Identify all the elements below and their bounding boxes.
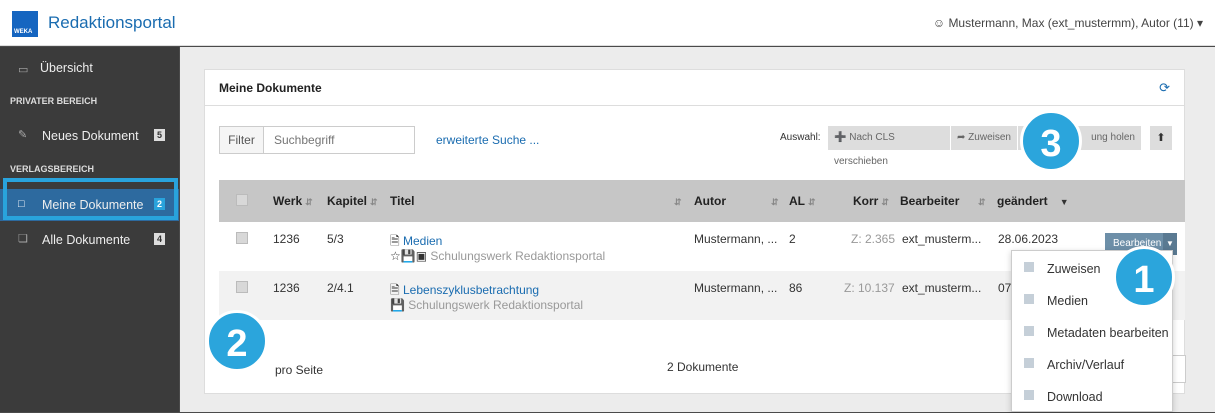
cell-bearbeiter: ext_musterm... bbox=[902, 281, 982, 295]
sidebar-item-overview[interactable]: ▭ Übersicht bbox=[0, 55, 179, 87]
extended-search-link[interactable]: erweiterte Suche ... bbox=[436, 133, 539, 147]
search-input[interactable] bbox=[266, 127, 412, 153]
circle-plus-icon: ➕ bbox=[834, 132, 847, 143]
sort-icon: ⇵ bbox=[674, 197, 682, 207]
card-header: Meine Dokumente ⟳ bbox=[205, 70, 1184, 106]
sort-icon: ⇵ bbox=[370, 197, 378, 207]
count-badge: 4 bbox=[154, 233, 165, 245]
callout-1: 1 bbox=[1113, 246, 1175, 308]
callout-3: 3 bbox=[1020, 110, 1082, 172]
section-publisher: VERLAGSBEREICH bbox=[10, 164, 95, 174]
section-private: PRIVATER BEREICH bbox=[10, 96, 98, 106]
sort-icon: ⇵ bbox=[771, 197, 779, 207]
assign-icon bbox=[1024, 262, 1034, 272]
highlight-outline bbox=[3, 178, 178, 220]
chevron-down-icon: ▾ bbox=[1196, 16, 1203, 30]
upload-icon[interactable]: ⬆ bbox=[1150, 126, 1172, 150]
cell-korr: Z: 2.365 bbox=[851, 232, 896, 246]
user-icon: ☺ bbox=[932, 16, 946, 30]
share-icon: ➦ bbox=[957, 132, 966, 143]
col-geaendert[interactable]: geändert ▼ bbox=[997, 194, 1069, 208]
save-icon: 💾 bbox=[400, 249, 416, 263]
cell-kapitel: 5/3 bbox=[327, 232, 344, 246]
user-menu[interactable]: ☺ Mustermann, Max (ext_mustermm), Autor … bbox=[933, 16, 1203, 30]
title-link[interactable]: Medien bbox=[403, 234, 442, 248]
menu-item-edit-metadata[interactable]: Metadaten bearbeiten bbox=[1012, 317, 1172, 349]
cell-geaendert: 07 bbox=[998, 281, 1012, 295]
pencil-icon: ✎ bbox=[18, 129, 28, 141]
count-badge: 5 bbox=[154, 129, 165, 141]
sidebar: ▭ Übersicht PRIVATER BEREICH ✎ Neues Dok… bbox=[0, 47, 179, 412]
title-link[interactable]: Lebenszyklusbetrachtung bbox=[403, 283, 539, 297]
filter-label: Filter bbox=[220, 127, 264, 153]
refresh-icon[interactable]: ⟳ bbox=[1159, 80, 1170, 96]
cell-bearbeiter: ext_musterm... bbox=[902, 232, 982, 246]
cell-al: 86 bbox=[789, 281, 803, 295]
monitor-icon: ▭ bbox=[18, 64, 29, 76]
col-korr[interactable]: Korr ⇵ bbox=[853, 194, 889, 208]
col-al[interactable]: AL ⇵ bbox=[789, 194, 816, 208]
document-count: 2 Dokumente bbox=[667, 360, 739, 374]
sort-icon: ⇵ bbox=[305, 197, 313, 207]
cell-subtitle: 💾 Schulungswerk Redaktionsportal bbox=[390, 298, 584, 312]
weka-logo[interactable]: WEKA bbox=[12, 11, 38, 37]
card-title: Meine Dokumente bbox=[219, 81, 322, 95]
col-autor[interactable]: Autor bbox=[694, 194, 726, 208]
menu-item-download[interactable]: Download bbox=[1012, 381, 1172, 413]
callout-2: 2 bbox=[206, 310, 268, 372]
media-icon bbox=[1024, 294, 1034, 304]
move-cls-button[interactable]: ➕ Nach CLS verschieben bbox=[828, 126, 950, 167]
filter-group: Filter bbox=[219, 126, 415, 154]
app-title[interactable]: Redaktionsportal bbox=[48, 13, 176, 33]
documents-icon: ❏ bbox=[18, 233, 28, 245]
col-titel[interactable]: Titel bbox=[390, 194, 414, 208]
cell-subtitle: ☆💾▣ Schulungswerk Redaktionsportal bbox=[390, 249, 606, 263]
sidebar-item-new-document[interactable]: ✎ Neues Dokument 5 bbox=[0, 120, 179, 152]
archive-icon bbox=[1024, 358, 1034, 368]
col-bearbeiter[interactable]: Bearbeiter bbox=[900, 194, 959, 208]
cell-autor: Mustermann, ... bbox=[694, 281, 778, 295]
sort-icon: ⇵ bbox=[978, 197, 986, 207]
edit-icon bbox=[1024, 326, 1034, 336]
sidebar-item-all-documents[interactable]: ❏ Alle Dokumente 4 bbox=[0, 224, 179, 256]
cell-al: 2 bbox=[789, 232, 796, 246]
col-kapitel[interactable]: Kapitel ⇵ bbox=[327, 194, 378, 208]
document-icon: 🗎 bbox=[390, 283, 400, 297]
cell-korr: Z: 10.137 bbox=[844, 281, 895, 295]
download-icon bbox=[1024, 390, 1034, 400]
top-bar: WEKA Redaktionsportal ☺ Mustermann, Max … bbox=[0, 0, 1215, 46]
sort-icon: ▼ bbox=[1059, 197, 1069, 207]
assign-button[interactable]: ➦ Zuweisen bbox=[951, 126, 1017, 150]
selection-label: Auswahl: bbox=[780, 132, 821, 143]
cell-werk: 1236 bbox=[273, 232, 300, 246]
sort-icon: ⇵ bbox=[881, 197, 889, 207]
star-icon: ☆ bbox=[390, 249, 401, 263]
document-icon: 🗎 bbox=[390, 234, 400, 248]
cell-autor: Mustermann, ... bbox=[694, 232, 778, 246]
cell-geaendert: 28.06.2023 bbox=[998, 232, 1059, 246]
table-header: Werk ⇵ Kapitel ⇵ Titel ⇵ Autor ⇵ AL ⇵ Korr ⇵… bbox=[219, 180, 1185, 222]
col-werk[interactable]: Werk ⇵ bbox=[273, 194, 313, 208]
menu-item-archive[interactable]: Archiv/Verlauf bbox=[1012, 349, 1172, 381]
row-checkbox[interactable] bbox=[236, 281, 248, 293]
cell-kapitel: 2/4.1 bbox=[327, 281, 354, 295]
save-icon: 💾 bbox=[390, 298, 405, 312]
cell-werk: 1236 bbox=[273, 281, 300, 295]
per-page-label: pro Seite bbox=[275, 363, 324, 377]
row-checkbox[interactable] bbox=[236, 232, 248, 244]
select-all-checkbox[interactable] bbox=[236, 194, 248, 206]
sort-icon: ⇵ bbox=[808, 197, 816, 207]
user-label: Mustermann, Max (ext_mustermm), Autor (1… bbox=[948, 16, 1194, 30]
image-icon: ▣ bbox=[415, 249, 428, 263]
